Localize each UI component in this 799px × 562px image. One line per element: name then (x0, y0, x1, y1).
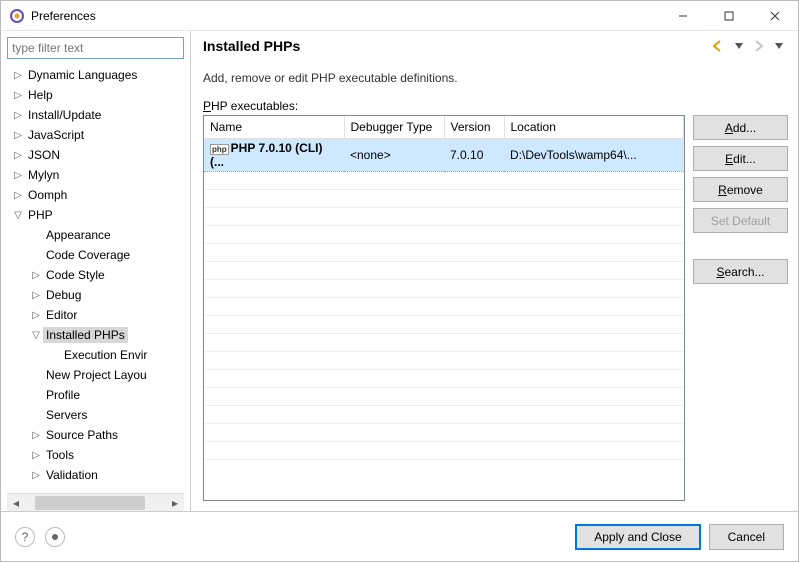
titlebar: Preferences (1, 1, 798, 31)
add-button[interactable]: Add... (693, 115, 788, 140)
filter-input[interactable] (7, 37, 184, 59)
remove-button[interactable]: Remove (693, 177, 788, 202)
row-debugger: <none> (344, 138, 444, 171)
tree-item-editor[interactable]: Editor (43, 307, 80, 323)
tree-item-dynamic-languages[interactable]: Dynamic Languages (25, 67, 140, 83)
edit-button[interactable]: Edit... (693, 146, 788, 171)
chevron-down-icon[interactable]: ▽ (11, 208, 25, 222)
tree-item-install-update[interactable]: Install/Update (25, 107, 104, 123)
filter-box (7, 37, 184, 59)
dialog-footer: ? Apply and Close Cancel (1, 511, 798, 561)
tree-horizontal-scrollbar[interactable]: ◂ ▸ (7, 493, 184, 511)
tree-item-help[interactable]: Help (25, 87, 56, 103)
chevron-right-icon[interactable]: ▷ (11, 188, 25, 202)
help-icon[interactable]: ? (15, 527, 35, 547)
maximize-button[interactable] (706, 1, 752, 31)
scrollbar-thumb[interactable] (35, 496, 145, 510)
close-button[interactable] (752, 1, 798, 31)
forward-button[interactable] (750, 37, 768, 55)
tree-item-source-paths[interactable]: Source Paths (43, 427, 121, 443)
tree-item-validation[interactable]: Validation (43, 467, 101, 483)
back-menu-button[interactable] (730, 37, 748, 55)
chevron-right-icon[interactable]: ▷ (11, 88, 25, 102)
chevron-right-icon[interactable]: ▷ (11, 68, 25, 82)
col-name[interactable]: Name (204, 116, 344, 138)
scroll-right-icon[interactable]: ▸ (166, 496, 184, 510)
preferences-window: Preferences ▷Dynamic Languages ▷Help ▷In… (0, 0, 799, 562)
chevron-right-icon[interactable]: ▷ (11, 128, 25, 142)
executables-table[interactable]: Name Debugger Type Version Location phpP… (203, 115, 685, 501)
button-column: Add... Edit... Remove Set Default Search… (693, 115, 788, 501)
chevron-right-icon[interactable]: ▷ (29, 308, 43, 322)
page-description: Add, remove or edit PHP executable defin… (203, 71, 788, 85)
import-export-icon[interactable] (45, 527, 65, 547)
tree-item-mylyn[interactable]: Mylyn (25, 167, 62, 183)
chevron-right-icon[interactable]: ▷ (11, 108, 25, 122)
executables-label: PHP executables: (203, 99, 788, 113)
tree-item-debug[interactable]: Debug (43, 287, 84, 303)
chevron-right-icon[interactable]: ▷ (29, 268, 43, 282)
col-location[interactable]: Location (504, 116, 684, 138)
row-version: 7.0.10 (444, 138, 504, 171)
col-debugger[interactable]: Debugger Type (344, 116, 444, 138)
chevron-down-icon[interactable]: ▽ (29, 328, 43, 342)
tree-item-json[interactable]: JSON (25, 147, 63, 163)
chevron-right-icon[interactable]: ▷ (29, 448, 43, 462)
chevron-right-icon[interactable]: ▷ (29, 468, 43, 482)
tree-item-code-style[interactable]: Code Style (43, 267, 108, 283)
tree-item-code-coverage[interactable]: Code Coverage (43, 247, 133, 263)
tree-item-oomph[interactable]: Oomph (25, 187, 70, 203)
tree-item-tools[interactable]: Tools (43, 447, 77, 463)
chevron-right-icon[interactable]: ▷ (11, 148, 25, 162)
tree-item-appearance[interactable]: Appearance (43, 227, 114, 243)
tree-item-new-project[interactable]: New Project Layou (43, 367, 150, 383)
tree-item-javascript[interactable]: JavaScript (25, 127, 87, 143)
tree-item-execution-env[interactable]: Execution Envir (61, 347, 150, 363)
set-default-button: Set Default (693, 208, 788, 233)
chevron-right-icon[interactable]: ▷ (29, 288, 43, 302)
tree-item-servers[interactable]: Servers (43, 407, 90, 423)
col-version[interactable]: Version (444, 116, 504, 138)
tree-item-php[interactable]: PHP (25, 207, 56, 223)
content-pane: Installed PHPs Add, remove or edit PHP e… (191, 31, 798, 511)
tree-item-profile[interactable]: Profile (43, 387, 83, 403)
row-location: D:\DevTools\wamp64\... (504, 138, 684, 171)
back-button[interactable] (710, 37, 728, 55)
table-row[interactable]: phpPHP 7.0.10 (CLI) (... <none> 7.0.10 D… (204, 138, 684, 171)
window-title: Preferences (31, 9, 660, 23)
preferences-tree[interactable]: ▷Dynamic Languages ▷Help ▷Install/Update… (7, 65, 190, 493)
chevron-right-icon[interactable]: ▷ (29, 428, 43, 442)
cancel-button[interactable]: Cancel (709, 524, 784, 550)
search-button[interactable]: Search... (693, 259, 788, 284)
minimize-button[interactable] (660, 1, 706, 31)
forward-menu-button[interactable] (770, 37, 788, 55)
sidebar: ▷Dynamic Languages ▷Help ▷Install/Update… (1, 31, 191, 511)
chevron-right-icon[interactable]: ▷ (11, 168, 25, 182)
scroll-left-icon[interactable]: ◂ (7, 496, 25, 510)
app-icon (9, 8, 25, 24)
page-title: Installed PHPs (203, 38, 710, 54)
tree-item-installed-phps[interactable]: Installed PHPs (43, 327, 128, 343)
apply-and-close-button[interactable]: Apply and Close (575, 524, 700, 550)
php-icon: php (210, 144, 229, 155)
